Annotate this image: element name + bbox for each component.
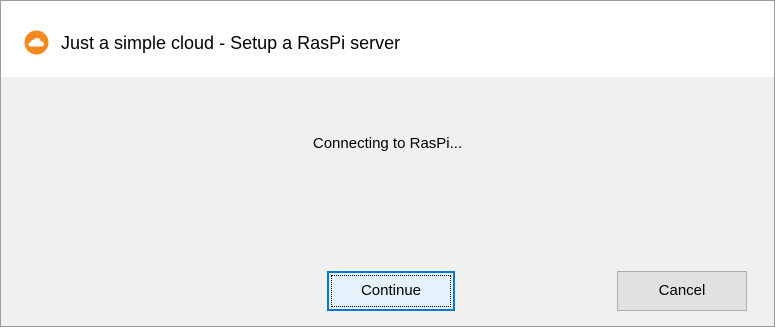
window-title: Just a simple cloud - Setup a RasPi serv…: [61, 33, 401, 53]
cancel-button-label: Cancel: [658, 282, 706, 299]
dialog-body: Connecting to RasPi... Continue Cancel: [1, 77, 774, 326]
continue-button[interactable]: Continue: [327, 271, 455, 311]
title-bar[interactable]: Just a simple cloud - Setup a RasPi serv…: [1, 1, 774, 77]
setup-dialog-window: Just a simple cloud - Setup a RasPi serv…: [0, 0, 775, 327]
continue-button-label: Continue: [360, 282, 422, 299]
status-message: Connecting to RasPi...: [312, 135, 463, 152]
cancel-button[interactable]: Cancel: [617, 271, 747, 311]
cloud-app-icon: [24, 30, 49, 55]
